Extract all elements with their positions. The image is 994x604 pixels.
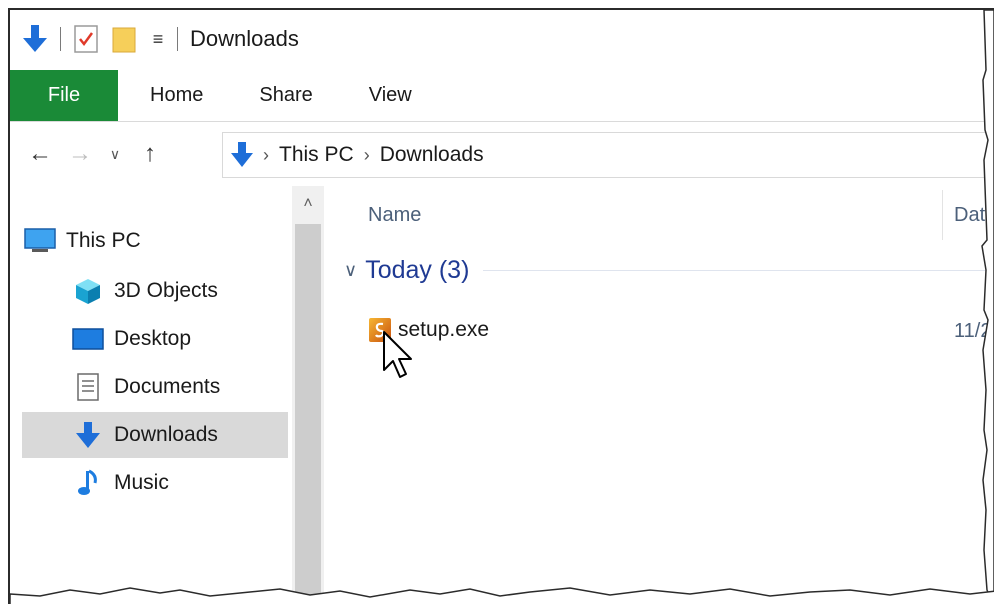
address-bar[interactable]: › This PC › Downloads — [222, 132, 994, 178]
breadcrumb-downloads[interactable]: Downloads — [380, 143, 484, 167]
breadcrumb-separator: › — [363, 144, 370, 165]
back-button[interactable]: ← — [20, 134, 60, 174]
group-label: Today (3) — [365, 256, 470, 284]
nav-item-label: 3D Objects — [114, 279, 218, 302]
nav-item-label: Desktop — [114, 327, 192, 350]
download-arrow-icon — [231, 141, 253, 169]
scrollbar-thumb[interactable] — [295, 224, 321, 604]
column-header-name[interactable]: Name — [368, 204, 421, 227]
tab-file[interactable]: File — [10, 70, 118, 121]
title-bar: ≡ Downloads — [10, 10, 994, 68]
explorer-window: ≡ Downloads File Home Share View ← → ∨ ↑… — [8, 8, 994, 604]
nav-item-label: This PC — [66, 229, 141, 252]
forward-button[interactable]: → — [60, 134, 100, 174]
nav-item-music[interactable]: Music — [22, 460, 288, 506]
navigation-bar: ← → ∨ ↑ › This PC › Downloads — [10, 122, 994, 186]
breadcrumb-this-pc[interactable]: This PC — [279, 143, 354, 167]
customize-quick-access-dropdown[interactable]: ≡ — [149, 29, 167, 50]
chevron-down-icon: ∨ — [344, 260, 358, 280]
nav-item-label: Downloads — [114, 423, 218, 446]
ribbon-tabs: File Home Share View — [10, 70, 994, 122]
torn-edge-bottom — [10, 587, 994, 604]
separator — [177, 27, 178, 51]
column-divider[interactable] — [942, 190, 943, 240]
nav-item-documents[interactable]: Documents — [22, 364, 288, 410]
nav-item-3d-objects[interactable]: 3D Objects — [22, 268, 288, 314]
download-arrow-icon — [70, 420, 106, 450]
computer-icon — [22, 226, 58, 256]
nav-item-label: Music — [114, 471, 169, 494]
cube-icon — [70, 276, 106, 306]
nav-item-desktop[interactable]: Desktop — [22, 316, 288, 362]
nav-item-downloads[interactable]: Downloads — [22, 412, 288, 458]
group-divider — [483, 270, 994, 271]
nav-item-this-pc[interactable]: This PC — [22, 218, 288, 264]
mouse-cursor-icon — [383, 331, 412, 378]
navigation-pane: This PC 3D Objects Desktop Documents Dow… — [10, 186, 300, 604]
nav-pane-scrollbar[interactable]: ˄ — [292, 186, 324, 604]
group-header-today[interactable]: ∨ Today (3) — [344, 256, 994, 285]
new-folder-icon[interactable] — [109, 22, 139, 56]
window-title: Downloads — [190, 26, 299, 51]
properties-icon[interactable] — [71, 22, 101, 56]
download-arrow-icon[interactable] — [20, 22, 50, 56]
desktop-icon — [70, 324, 106, 354]
nav-item-label: Documents — [114, 375, 221, 398]
breadcrumb-separator: › — [263, 144, 269, 165]
tab-home[interactable]: Home — [118, 70, 231, 121]
recent-locations-button[interactable]: ∨ — [100, 134, 130, 174]
file-list-pane: Name Dat ∨ Today (3) setup.exe 11/2 — [324, 186, 994, 604]
tab-share[interactable]: Share — [231, 70, 340, 121]
music-note-icon — [70, 468, 106, 498]
scroll-up-button[interactable]: ˄ — [292, 192, 324, 216]
tab-view[interactable]: View — [341, 70, 440, 121]
up-button[interactable]: ↑ — [130, 134, 170, 174]
torn-edge-right — [981, 10, 994, 604]
separator — [60, 27, 61, 51]
document-icon — [70, 372, 106, 402]
